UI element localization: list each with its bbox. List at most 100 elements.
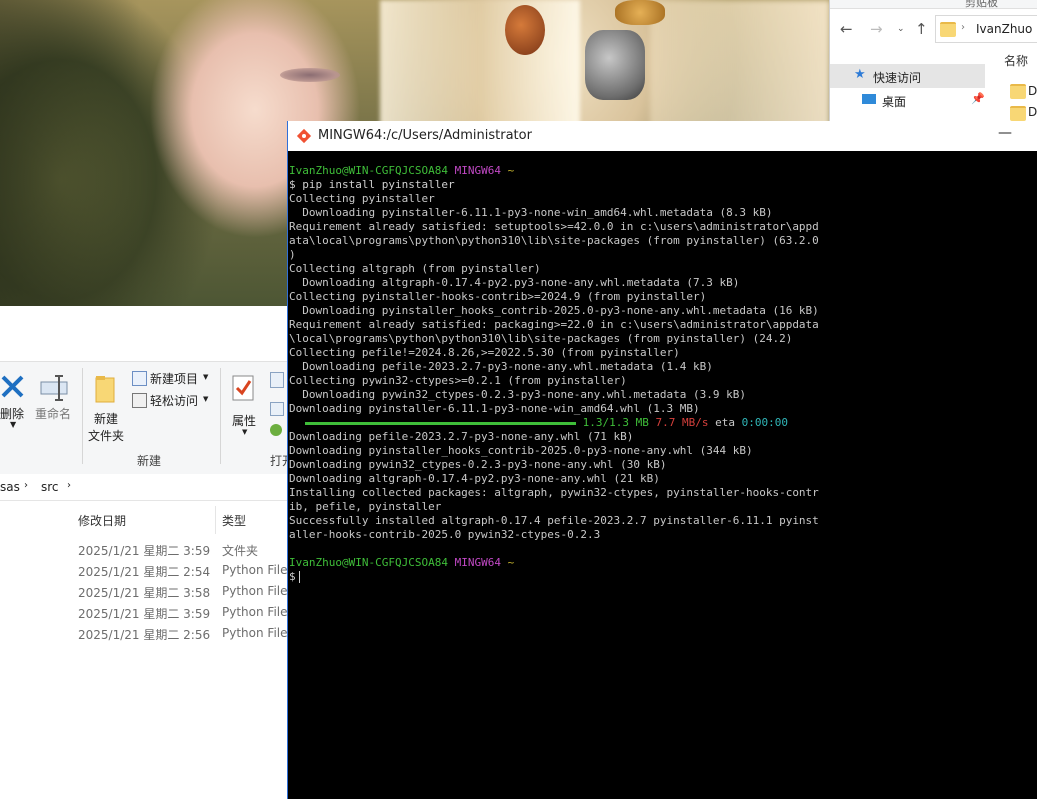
output-line: Collecting pyinstaller-hooks-contrib>=20… (289, 290, 707, 303)
output-line: Downloading pyinstaller_hooks_contrib-20… (289, 304, 819, 317)
easy-access-icon (132, 393, 147, 408)
delete-x-icon (1, 375, 24, 398)
progress-eta-label: eta (715, 416, 735, 429)
chevron-down-icon: ▼ (203, 395, 209, 403)
column-header-type[interactable]: 类型 (222, 512, 246, 529)
file-modified: 2025/1/21 星期二 2:54 (78, 565, 211, 579)
rename-label: 重命名 (35, 407, 72, 421)
file-row[interactable]: 2025/1/21 星期二 2:54 Python File (0, 560, 288, 581)
history-small-icon[interactable] (270, 424, 282, 436)
minimize-button[interactable]: — (998, 125, 1012, 141)
ribbon-divider (82, 368, 83, 464)
output-line: ) (289, 248, 296, 261)
new-item-icon (132, 371, 147, 386)
nav-item-label: 快速访问 (873, 71, 922, 85)
chevron-right-icon: › (67, 480, 71, 491)
file-row[interactable]: 2025/1/21 星期二 2:56 Python File (0, 623, 288, 644)
prompt-env: MINGW64 (454, 556, 501, 569)
download-progress-bar (305, 421, 576, 425)
prompt-line: IvanZhuo@WIN-CGFQJCSOA84 MINGW64 ~ (289, 164, 1031, 178)
input-line[interactable]: $ (289, 570, 1031, 584)
file-type: Python File (222, 605, 288, 619)
rename-icon (40, 375, 68, 401)
column-divider[interactable] (215, 506, 216, 534)
delete-button[interactable]: 删除 ▼ (0, 370, 28, 430)
output-line: ata\local\programs\python\python310\lib\… (289, 234, 819, 247)
output-line: Installing collected packages: altgraph,… (289, 486, 819, 499)
file-modified: 2025/1/21 星期二 2:56 (78, 628, 211, 642)
output-line: Downloading pywin32_ctypes-0.2.3-py3-non… (289, 388, 746, 401)
clipboard-group-label: 剪贴板 (965, 0, 998, 9)
file-type: Python File (222, 626, 288, 640)
star-icon: ★ (854, 67, 866, 82)
folder-icon (95, 376, 115, 403)
explorer-ribbon: 删除 ▼ 重命名 新建 文件夹 新建项目 ▼ 轻松访问 ▼ 新建 属性 ▼ 打开 (0, 361, 294, 475)
forward-arrow-icon[interactable]: → (870, 20, 883, 38)
new-folder-label-1: 新建 (94, 412, 119, 426)
prompt-user: IvanZhuo@WIN-CGFQJCSOA84 (289, 164, 448, 177)
breadcrumb-item-src[interactable]: src (41, 480, 59, 494)
output-line: Successfully installed altgraph-0.17.4 p… (289, 514, 819, 527)
file-modified: 2025/1/21 星期二 3:58 (78, 586, 211, 600)
output-line: Collecting pefile!=2024.8.26,>=2022.5.30… (289, 346, 680, 359)
column-header-modified[interactable]: 修改日期 (78, 512, 126, 529)
terminal-window[interactable]: MINGW64:/c/Users/Administrator — IvanZhu… (287, 121, 1037, 799)
file-row[interactable]: 2025/1/21 星期二 3:58 Python File (0, 581, 288, 602)
wallpaper-ornament-amber (505, 5, 545, 55)
file-modified: 2025/1/21 星期二 3:59 (78, 607, 211, 621)
file-row[interactable]: 2025/1/21 星期二 3:59 文件夹 (0, 539, 288, 560)
output-line: Downloading pefile-2023.2.7-py3-none-any… (289, 360, 713, 373)
column-header-name[interactable]: 名称 (1004, 52, 1028, 69)
new-item-button[interactable]: 新建项目 ▼ (131, 370, 211, 388)
open-small-icon[interactable] (270, 372, 284, 388)
nav-item-quick-access[interactable]: ★ 快速访问 (830, 64, 985, 88)
address-path: IvanZhuo (976, 22, 1033, 36)
output-line: Collecting altgraph (from pyinstaller) (289, 262, 541, 275)
up-arrow-icon[interactable]: ↑ (915, 20, 928, 38)
output-line: Downloading altgraph-0.17.4-py2.py3-none… (289, 472, 660, 485)
properties-button[interactable]: 属性 ▼ (228, 370, 262, 440)
breadcrumb[interactable]: sas › src › (0, 474, 288, 501)
pin-icon[interactable]: 📌 (971, 92, 985, 105)
ribbon-group-new-label: 新建 (137, 454, 162, 468)
folder-icon (1010, 106, 1026, 121)
terminal-output[interactable]: IvanZhuo@WIN-CGFQJCSOA84 MINGW64 ~ $ pip… (289, 164, 1031, 794)
terminal-titlebar[interactable]: MINGW64:/c/Users/Administrator — (288, 121, 1037, 151)
file-item-name[interactable]: Do (1028, 105, 1037, 119)
chevron-down-icon: ▼ (242, 428, 248, 436)
properties-icon (232, 375, 254, 401)
output-line: Collecting pyinstaller (289, 192, 435, 205)
back-arrow-icon[interactable]: ← (840, 20, 853, 38)
output-line: Requirement already satisfied: packaging… (289, 318, 819, 331)
file-item-name[interactable]: Dl (1028, 84, 1037, 98)
rename-button[interactable]: 重命名 (35, 370, 75, 430)
prompt-user: IvanZhuo@WIN-CGFQJCSOA84 (289, 556, 448, 569)
easy-access-button[interactable]: 轻松访问 ▼ (131, 392, 211, 410)
wallpaper-shadow (0, 0, 140, 306)
chevron-right-icon: › (24, 480, 28, 491)
wallpaper-ornament-silver (585, 30, 645, 100)
wallpaper-ornament-gold (615, 0, 665, 25)
output-line: aller-hooks-contrib-2025.0 pywin32-ctype… (289, 528, 601, 541)
new-folder-button[interactable]: 新建 文件夹 (88, 370, 128, 443)
folder-icon (1010, 84, 1026, 99)
command-line: $ pip install pyinstaller (289, 178, 455, 191)
edit-small-icon[interactable] (270, 402, 284, 416)
prompt-dir: ~ (507, 164, 515, 177)
prompt-dir: ~ (507, 556, 515, 569)
terminal-title: MINGW64:/c/Users/Administrator (318, 128, 532, 143)
chevron-down-icon[interactable]: ⌄ (897, 24, 905, 34)
explorer-ribbon-edge (830, 0, 1037, 9)
chevron-right-icon: › (961, 22, 965, 33)
breadcrumb-item-sas[interactable]: sas (0, 480, 20, 494)
address-bar[interactable]: › IvanZhuo (935, 15, 1037, 43)
file-row[interactable]: 2025/1/21 星期二 3:59 Python File (0, 602, 288, 623)
chevron-down-icon: ▼ (10, 420, 17, 429)
ribbon-divider (220, 368, 221, 464)
output-line: \local\programs\python\python310\lib\sit… (289, 332, 793, 345)
wallpaper-eye (280, 68, 340, 82)
progress-size: 1.3/1.3 MB (582, 416, 649, 429)
nav-item-label: 桌面 (882, 95, 907, 109)
nav-item-desktop[interactable]: 桌面 📌 (830, 88, 985, 112)
output-line: Downloading altgraph-0.17.4-py2.py3-none… (289, 276, 740, 289)
